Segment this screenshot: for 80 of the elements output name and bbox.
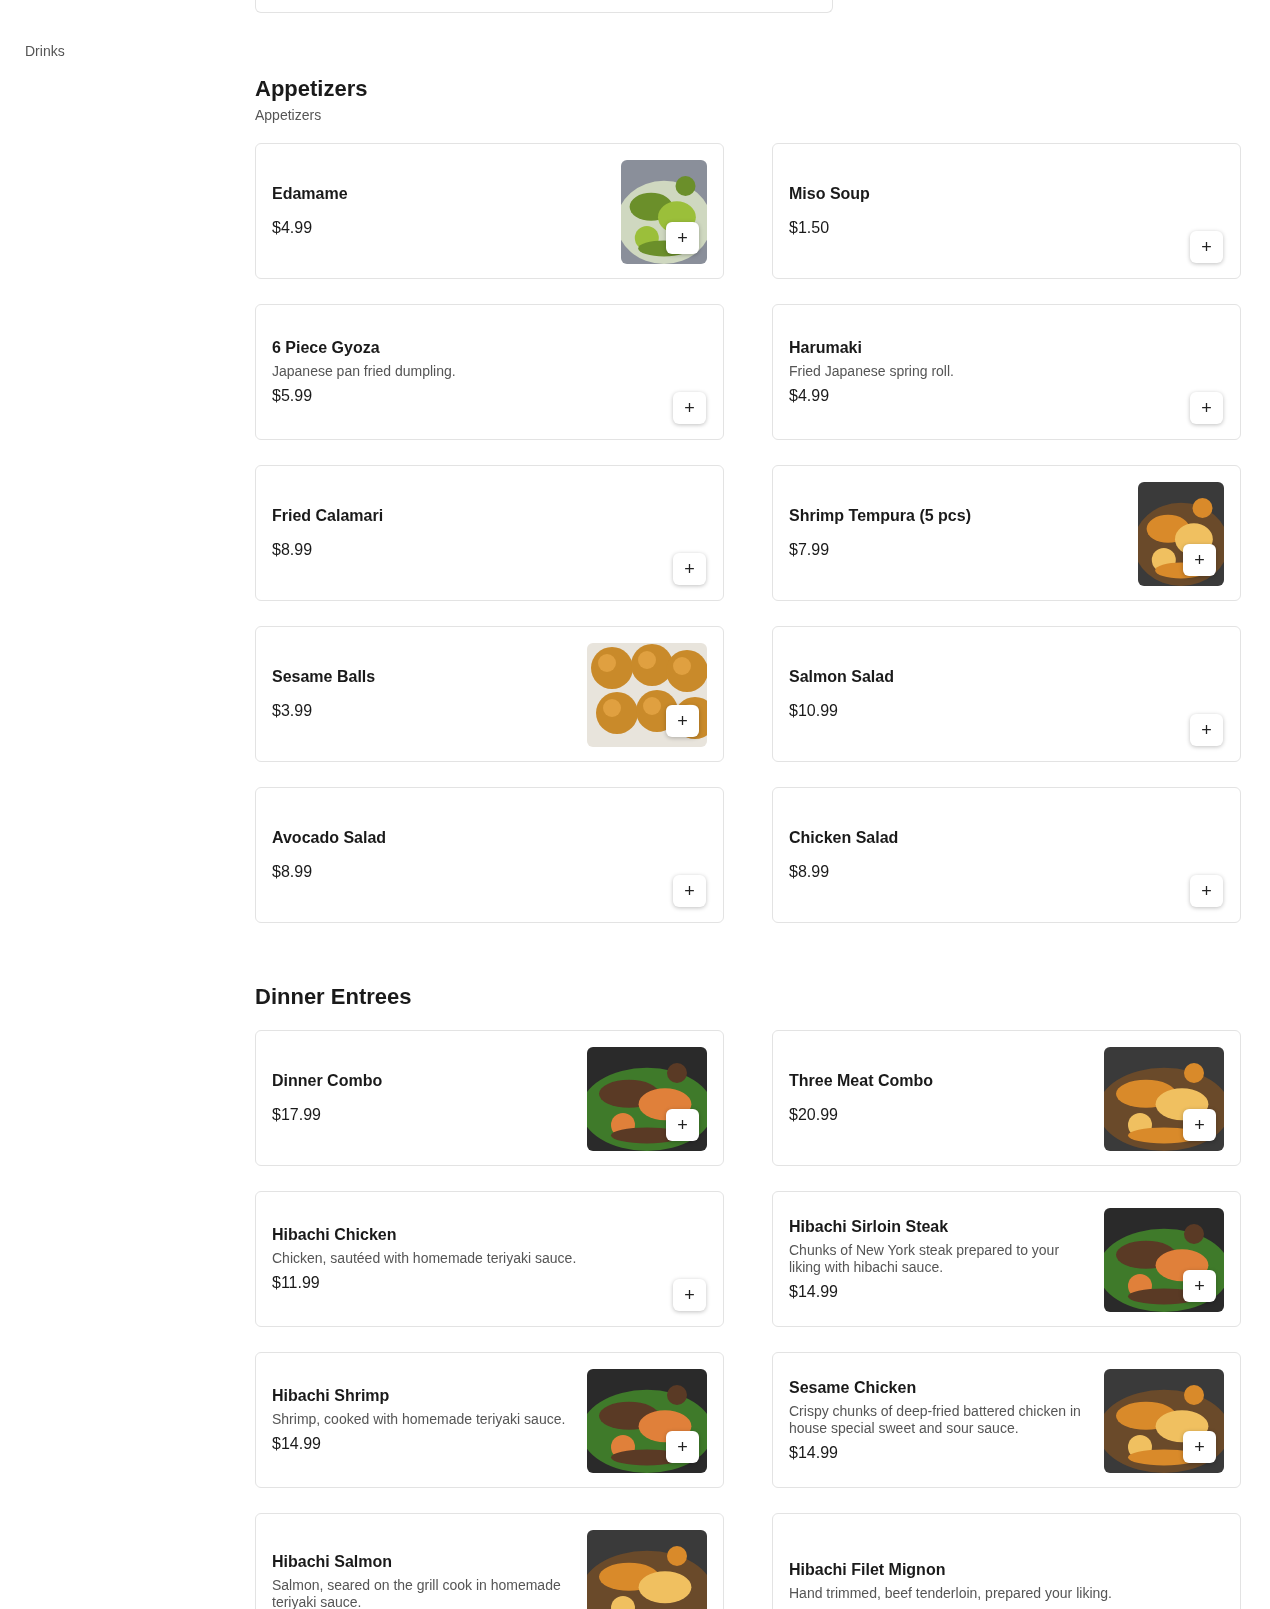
add-button[interactable]: +	[666, 1431, 699, 1463]
add-button[interactable]: +	[673, 553, 706, 585]
menu-item-card[interactable]: Hibachi Salmon Salmon, seared on the grill cook in homemade teriyaki sauce.	[255, 1513, 724, 1609]
item-price: $1.50	[789, 218, 831, 238]
item-name: Fried Calamari	[272, 506, 385, 526]
item-price: $8.99	[272, 862, 314, 882]
item-description: Fried Japanese spring roll.	[789, 363, 955, 380]
item-price: $5.99	[272, 386, 314, 406]
item-name: Chicken Salad	[789, 828, 900, 848]
menu-item-card[interactable]: Fried Calamari $8.99 +	[255, 465, 724, 601]
item-price: $10.99	[789, 701, 839, 721]
item-price: $11.99	[272, 1273, 321, 1293]
add-button[interactable]: +	[1190, 231, 1223, 263]
item-name: Miso Soup	[789, 184, 871, 204]
item-price: $8.99	[272, 540, 314, 560]
item-price: $8.99	[789, 862, 831, 882]
menu-item-card[interactable]: Hibachi Chicken Chicken, sautéed with homemade teriyaki sauce. $11.99 +	[255, 1191, 724, 1327]
item-name: Sesame Balls	[272, 667, 377, 687]
menu-item-card[interactable]: Sesame Balls $3.99 +	[255, 626, 724, 762]
item-name: Edamame	[272, 184, 349, 204]
add-button[interactable]: +	[666, 222, 699, 254]
item-price: $20.99	[789, 1105, 839, 1125]
menu-item-card[interactable]: Chicken Salad $8.99 +	[772, 787, 1241, 923]
item-name: Hibachi Salmon	[272, 1551, 394, 1572]
menu-item-card[interactable]: Hibachi Shrimp Shrimp, cooked with homemade teriyaki sauce. $14.99 +	[255, 1352, 724, 1488]
item-price: $4.99	[272, 218, 314, 238]
add-button[interactable]: +	[1183, 1431, 1216, 1463]
item-name: Hibachi Sirloin Steak	[789, 1216, 950, 1237]
item-description: Hand trimmed, beef tenderloin, prepared your liking.	[789, 1585, 1113, 1602]
sidebar-link[interactable]: Drinks	[25, 42, 255, 60]
section-heading: Appetizers	[255, 75, 369, 103]
menu-item-card[interactable]: Avocado Salad $8.99 +	[255, 787, 724, 923]
section-subtitle: Appetizers	[255, 106, 323, 124]
menu-item-card[interactable]: Hibachi Filet Mignon Hand trimmed, beef tenderloin, prepared your liking.	[772, 1513, 1241, 1609]
item-price: $3.99	[272, 701, 314, 721]
item-name: Hibachi Shrimp	[272, 1386, 391, 1406]
item-description: Chunks of New York steak prepared to your liking with hibachi sauce.	[789, 1241, 1061, 1276]
item-description: Japanese pan fried dumpling.	[272, 363, 457, 380]
item-name: Salmon Salad	[789, 667, 895, 687]
add-button[interactable]: +	[1183, 1109, 1216, 1141]
item-price: $7.99	[789, 540, 831, 560]
menu-item-card[interactable]: Salmon Salad $10.99 +	[772, 626, 1241, 762]
item-name: Sesame Chicken	[789, 1377, 918, 1398]
menu-item-card[interactable]: Sesame Chicken Crispy chunks of deep-fried battered chicken in house special sweet and sour sauce. $14.99 +	[772, 1352, 1241, 1488]
item-description: Salmon, seared on the grill cook in homemade teriyaki sauce.	[272, 1576, 562, 1609]
add-button[interactable]: +	[1183, 1270, 1216, 1302]
menu-item-card[interactable]: Hibachi Sirloin Steak Chunks of New York steak prepared to your liking with hibachi sauce. $14.99 +	[772, 1191, 1241, 1327]
menu-item-card[interactable]: Shrimp Tempura (5 pcs) $7.99 +	[772, 465, 1241, 601]
menu-item-card[interactable]: Three Meat Combo $20.99 +	[772, 1030, 1241, 1166]
item-name: 6 Piece Gyoza	[272, 338, 381, 358]
add-button[interactable]: +	[1190, 875, 1223, 907]
item-name: Three Meat Combo	[789, 1071, 934, 1091]
add-button[interactable]: +	[673, 392, 706, 424]
add-button[interactable]: +	[666, 705, 699, 737]
add-button[interactable]: +	[1190, 392, 1223, 424]
item-name: Harumaki	[789, 338, 863, 358]
item-description: Shrimp, cooked with homemade teriyaki sauce.	[272, 1411, 567, 1428]
add-button[interactable]: +	[666, 1109, 699, 1141]
item-name: Hibachi Chicken	[272, 1225, 398, 1245]
item-name: Avocado Salad	[272, 828, 388, 848]
add-button[interactable]: +	[1183, 544, 1216, 576]
item-price: $14.99	[789, 1281, 839, 1302]
item-price: $4.99	[789, 386, 831, 406]
add-button[interactable]: +	[673, 1279, 706, 1311]
item-price: $14.99	[789, 1442, 839, 1463]
item-name: Shrimp Tempura (5 pcs)	[789, 506, 972, 526]
item-description: Crispy chunks of deep-fried battered chicken in house special sweet and sour sauce.	[789, 1402, 1082, 1437]
add-button[interactable]: +	[673, 875, 706, 907]
item-price: $17.99	[272, 1105, 322, 1125]
menu-item-card[interactable]: Dinner Combo $17.99 +	[255, 1030, 724, 1166]
item-description: Chicken, sautéed with homemade teriyaki sauce.	[272, 1250, 578, 1267]
menu-item-card[interactable]: Miso Soup $1.50 +	[772, 143, 1241, 279]
item-price: $14.99	[272, 1434, 322, 1454]
menu-item-card[interactable]: 6 Piece Gyoza Japanese pan fried dumpling. $5.99 +	[255, 304, 724, 440]
item-name: Hibachi Filet Mignon	[789, 1560, 947, 1580]
add-button[interactable]: +	[1190, 714, 1223, 746]
section-heading: Dinner Entrees	[255, 983, 413, 1011]
menu-item-card[interactable]: Harumaki Fried Japanese spring roll. $4.99 +	[772, 304, 1241, 440]
menu-item-card[interactable]: Edamame $4.99 +	[255, 143, 724, 279]
item-name: Dinner Combo	[272, 1071, 384, 1091]
